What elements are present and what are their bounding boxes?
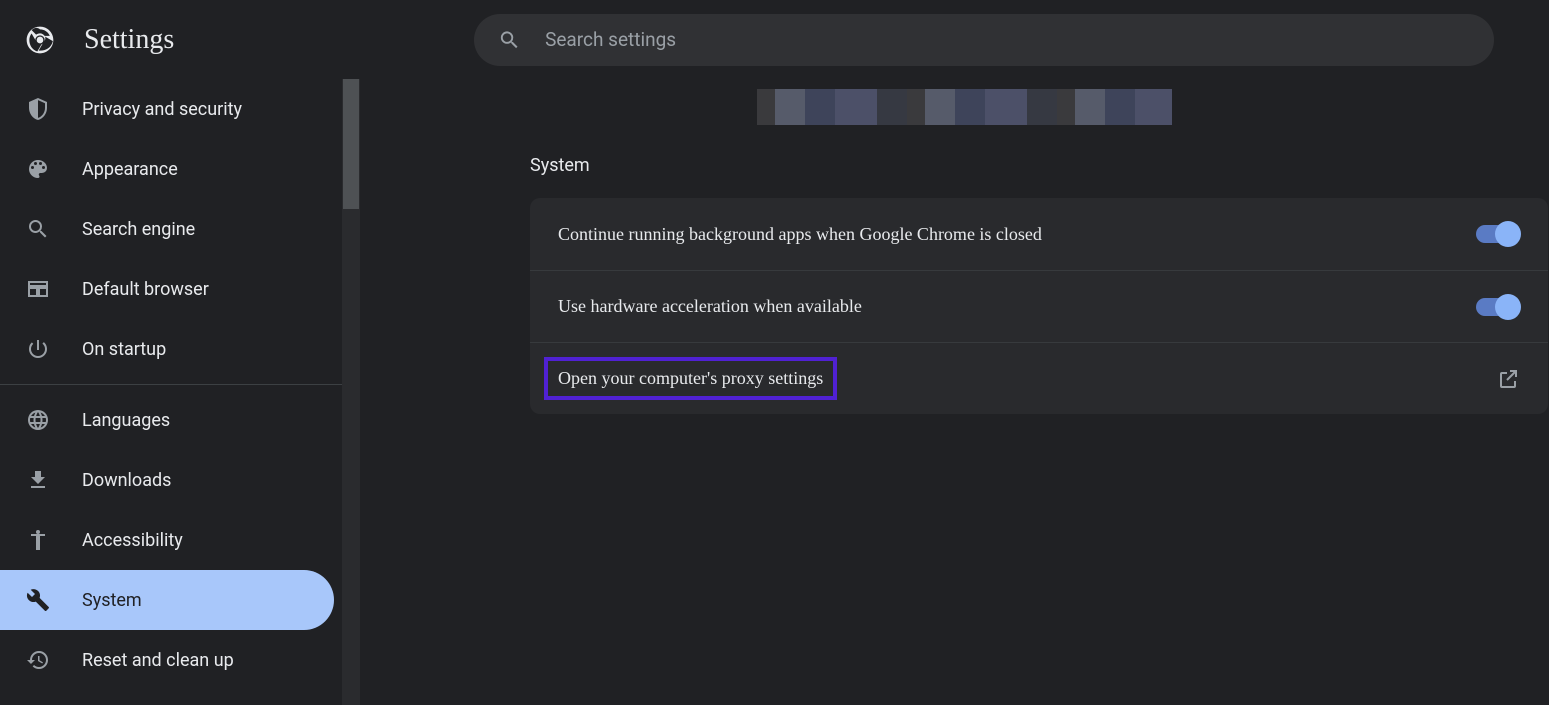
sidebar-divider <box>0 384 342 385</box>
sidebar-item-downloads[interactable]: Downloads <box>0 450 342 510</box>
settings-header: Settings <box>0 0 1549 79</box>
toggle-switch[interactable] <box>1476 298 1520 316</box>
search-icon <box>26 217 50 241</box>
sidebar-item-label: Search engine <box>82 219 195 240</box>
system-settings-card: Continue running background apps when Go… <box>530 198 1548 414</box>
sidebar-item-on-startup[interactable]: On startup <box>0 319 342 379</box>
wrench-icon <box>26 588 50 612</box>
settings-row-0[interactable]: Continue running background apps when Go… <box>530 198 1548 270</box>
sidebar-item-accessibility[interactable]: Accessibility <box>0 510 342 570</box>
sidebar-item-privacy-and-security[interactable]: Privacy and security <box>0 79 342 139</box>
sidebar-item-languages[interactable]: Languages <box>0 390 342 450</box>
download-icon <box>26 468 50 492</box>
globe-icon <box>26 408 50 432</box>
toggle-switch[interactable] <box>1476 225 1520 243</box>
page-title: Settings <box>84 24 174 56</box>
sidebar-item-reset-and-clean-up[interactable]: Reset and clean up <box>0 630 342 690</box>
settings-row-1[interactable]: Use hardware acceleration when available <box>530 270 1548 342</box>
sidebar-item-label: Accessibility <box>82 530 183 551</box>
main-content: System Continue running background apps … <box>360 79 1549 705</box>
sidebar-item-appearance[interactable]: Appearance <box>0 139 342 199</box>
sidebar-item-label: Downloads <box>82 470 171 491</box>
sidebar-item-label: Appearance <box>82 159 178 180</box>
shield-icon <box>26 97 50 121</box>
redacted-banner <box>757 89 1172 125</box>
browser-icon <box>26 277 50 301</box>
sidebar-item-search-engine[interactable]: Search engine <box>0 199 342 259</box>
settings-sidebar: Privacy and security Appearance Search eng… <box>0 79 342 705</box>
sidebar-item-label: On startup <box>82 339 166 360</box>
accessibility-icon <box>26 528 50 552</box>
search-settings-container[interactable] <box>474 14 1494 66</box>
sidebar-item-system[interactable]: System <box>0 570 334 630</box>
settings-row-label: Continue running background apps when Go… <box>558 224 1042 245</box>
sidebar-item-label: Languages <box>82 410 170 431</box>
chrome-logo-icon <box>24 24 56 56</box>
settings-row-label: Open your computer's proxy settings <box>544 357 837 400</box>
search-input[interactable] <box>545 28 1470 51</box>
sidebar-item-default-browser[interactable]: Default browser <box>0 259 342 319</box>
scrollbar-thumb[interactable] <box>343 79 359 209</box>
history-icon <box>26 648 50 672</box>
search-icon <box>498 28 521 52</box>
palette-icon <box>26 157 50 181</box>
sidebar-item-label: Privacy and security <box>82 99 242 120</box>
sidebar-scrollbar[interactable] <box>342 79 360 705</box>
sidebar-item-label: Reset and clean up <box>82 650 234 671</box>
settings-row-2[interactable]: Open your computer's proxy settings <box>530 342 1548 414</box>
settings-row-label: Use hardware acceleration when available <box>558 296 862 317</box>
open-external-icon <box>1496 367 1520 391</box>
sidebar-item-label: Default browser <box>82 279 209 300</box>
power-icon <box>26 337 50 361</box>
sidebar-item-label: System <box>82 590 142 611</box>
section-title: System <box>530 155 1548 176</box>
